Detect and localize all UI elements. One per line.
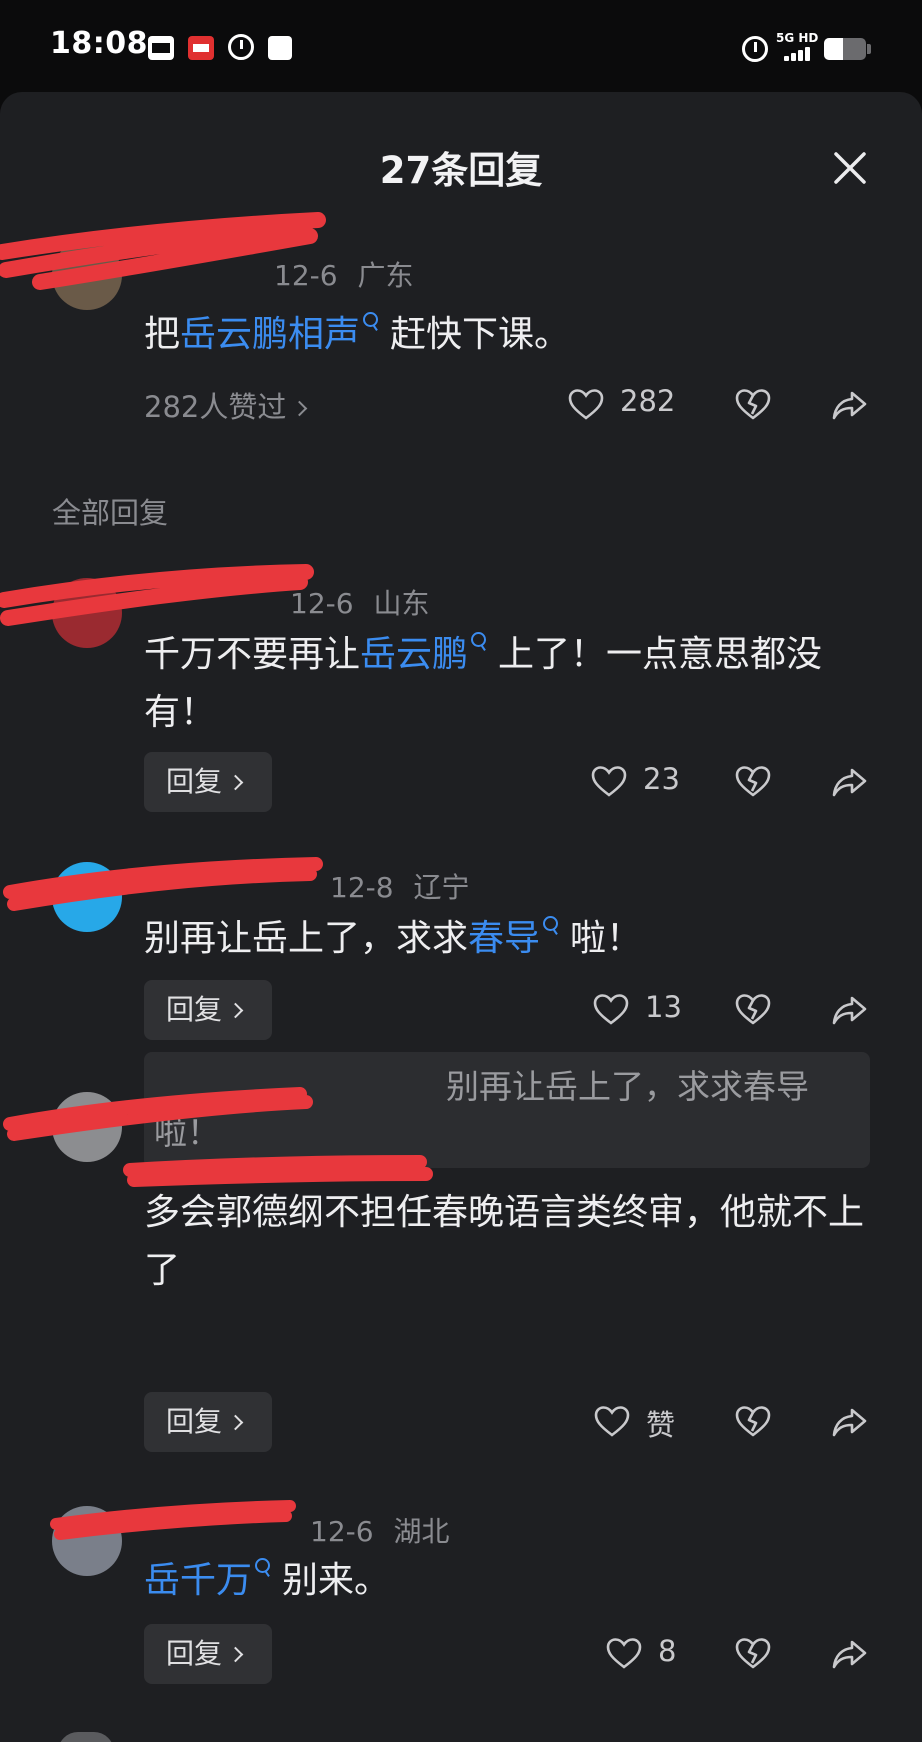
avatar[interactable]: [52, 240, 122, 310]
reply-button-label: 回复: [166, 1637, 223, 1670]
liked-by-text: 282人赞过: [144, 390, 287, 424]
signal-icon: [784, 47, 816, 61]
reply-button-label: 回复: [166, 765, 223, 798]
like-count: 赞: [646, 1408, 676, 1442]
reply-button[interactable]: 回复: [144, 1624, 272, 1684]
status-bar: 18:08 5G HD: [0, 0, 922, 96]
close-button[interactable]: [826, 144, 874, 192]
news-app-icon: [148, 36, 174, 60]
search-icon: [362, 312, 380, 340]
timer-icon: [228, 34, 254, 60]
network-label: 5G HD: [776, 31, 819, 45]
sheet-title: 27条回复: [379, 149, 543, 192]
quoted-text: 别再让岳上了，求求春导啦！: [154, 1067, 809, 1152]
battery-level: [824, 38, 843, 60]
reply-button[interactable]: 回复: [144, 980, 272, 1040]
reply-meta: 12-8 辽宁: [330, 866, 490, 906]
reply-button-label: 回复: [166, 993, 223, 1026]
reply-button[interactable]: 回复: [144, 752, 272, 812]
reply-text-part: 别再让岳上了，求求: [144, 918, 469, 959]
battery-icon: [824, 38, 866, 60]
like-count: 8: [658, 1634, 677, 1668]
comment-meta: 12-6 广东: [144, 254, 434, 294]
chevron-right-icon: [227, 1646, 244, 1663]
reply-meta: 12-6 湖北: [310, 1510, 470, 1550]
like-count: 23: [643, 762, 680, 796]
comment-text: 把岳云鹏相声 赶快下课。: [144, 306, 884, 364]
reply-text-part: 别来。: [282, 1560, 391, 1601]
comment-date: 12-6: [274, 259, 338, 292]
alarm-icon: [742, 36, 768, 62]
dislike-icon[interactable]: [733, 990, 773, 1030]
search-icon: [254, 1558, 272, 1586]
comment-text-part: 把: [144, 314, 181, 355]
avatar[interactable]: [52, 1506, 122, 1576]
reply-text-part: 啦！: [570, 918, 643, 959]
chevron-right-icon: [227, 774, 244, 791]
share-icon[interactable]: [830, 762, 870, 802]
reply-text: 岳千万 别来。: [144, 1552, 864, 1610]
avatar[interactable]: [52, 862, 122, 932]
reply-date: 12-6: [310, 1515, 374, 1548]
status-time: 18:08: [50, 26, 148, 61]
share-icon[interactable]: [830, 385, 870, 425]
search-icon: [470, 632, 488, 660]
reply-text: 多会郭德纲不担任春晚语言类终审，他就不上了: [144, 1192, 865, 1291]
reply-date: 12-6: [290, 587, 354, 620]
reply-text-part: 千万不要再让: [144, 634, 361, 675]
topic-link[interactable]: 岳千万: [144, 1560, 252, 1601]
chevron-right-icon: [227, 1002, 244, 1019]
heart-icon[interactable]: [566, 385, 606, 425]
reply-meta: 12-6 山东: [290, 582, 450, 622]
quoted-reply: 别再让岳上了，求求春导啦！: [144, 1052, 870, 1168]
dislike-icon[interactable]: [733, 1402, 773, 1442]
dislike-icon[interactable]: [733, 762, 773, 802]
redaction-scribble: [0, 564, 314, 626]
reply-location: 湖北: [393, 1515, 450, 1548]
calendar-app-icon: [188, 36, 214, 60]
share-icon[interactable]: [830, 990, 870, 1030]
dislike-icon[interactable]: [733, 1634, 773, 1674]
replies-sheet: 27条回复 12-6 广东 把岳云鹏相声 赶快下课。 282人赞过 282 全部回复…: [0, 92, 922, 1742]
close-icon: [834, 152, 866, 184]
liked-by-link[interactable]: 282人赞过: [144, 384, 308, 426]
chevron-right-icon: [292, 400, 308, 417]
like-count: 282: [620, 384, 676, 418]
comment-location: 广东: [357, 259, 414, 292]
heart-icon[interactable]: [591, 990, 631, 1030]
heart-icon[interactable]: [604, 1634, 644, 1674]
like-count: 13: [645, 990, 682, 1024]
reply-text: 别再让岳上了，求求春导 啦！: [144, 910, 864, 968]
chevron-right-icon: [227, 1414, 244, 1431]
reply-date: 12-8: [330, 871, 394, 904]
topic-link[interactable]: 春导: [468, 918, 540, 959]
reply-location: 山东: [373, 587, 430, 620]
topic-link[interactable]: 岳云鹏相声: [180, 314, 360, 355]
avatar[interactable]: [58, 1732, 114, 1742]
reply-text: 千万不要再让岳云鹏 上了！一点意思都没有！: [144, 626, 864, 742]
reply-location: 辽宁: [413, 871, 470, 904]
comment-text-part: 赶快下课。: [390, 314, 571, 355]
share-icon[interactable]: [830, 1634, 870, 1674]
topic-link[interactable]: 岳云鹏: [360, 634, 468, 675]
reply-button[interactable]: 回复: [144, 1392, 272, 1452]
search-icon: [542, 916, 560, 944]
redaction-scribble: [3, 857, 323, 911]
dislike-icon[interactable]: [733, 385, 773, 425]
avatar[interactable]: [52, 1092, 122, 1162]
heart-icon[interactable]: [589, 762, 629, 802]
notification-icon: [268, 36, 292, 60]
heart-icon[interactable]: [592, 1402, 632, 1442]
battery-tip: [867, 44, 871, 54]
reply-button-label: 回复: [166, 1405, 223, 1438]
share-icon[interactable]: [830, 1402, 870, 1442]
avatar[interactable]: [52, 578, 122, 648]
section-label: 全部回复: [52, 496, 169, 530]
